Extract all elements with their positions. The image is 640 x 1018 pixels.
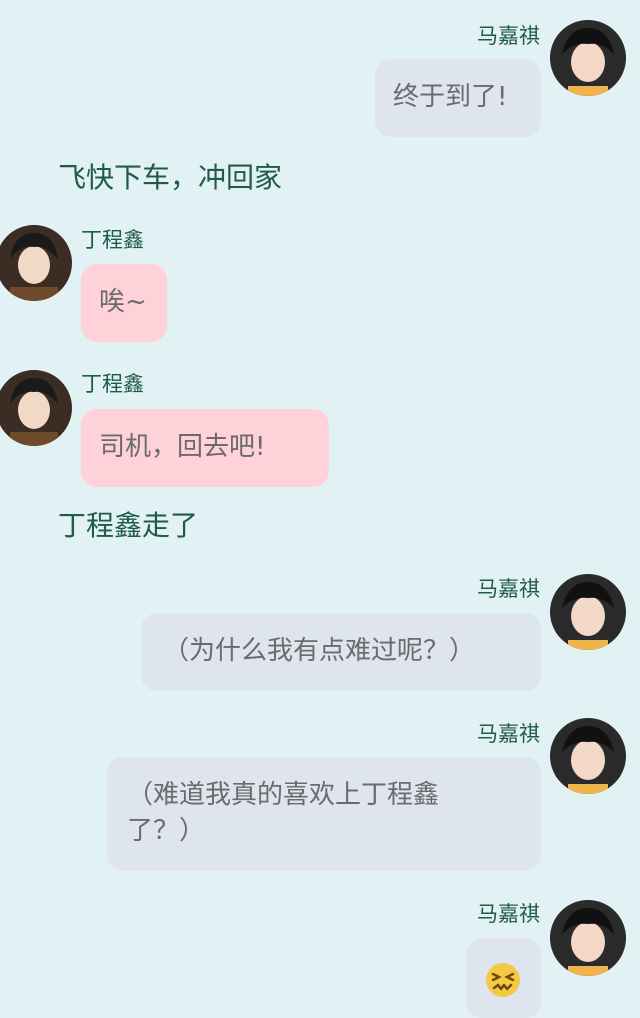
sender-name: 马嘉祺: [477, 722, 540, 746]
message-text-line: （难道我真的喜欢上丁程鑫: [127, 780, 440, 810]
message-text: 司机，回去吧!: [99, 432, 266, 462]
message-text: 终于到了!: [393, 82, 508, 112]
emoji-bubble[interactable]: [466, 938, 541, 1018]
message-text-line: 了？）: [127, 816, 206, 846]
message-bubble[interactable]: 司机，回去吧!: [81, 409, 329, 487]
avatar-ma-jiaqi[interactable]: [550, 718, 626, 794]
avatar-ma-jiaqi[interactable]: [550, 574, 626, 650]
avatar-ma-jiaqi[interactable]: [550, 20, 626, 96]
confounded-face-emoji: [484, 961, 522, 1009]
message-bubble[interactable]: 终于到了!: [375, 59, 541, 137]
narration-text: 飞快下车，冲回家: [58, 161, 283, 194]
message-bubble[interactable]: （难道我真的喜欢上丁程鑫 了？）: [107, 757, 541, 871]
avatar-ding-chengxin[interactable]: [0, 370, 72, 446]
message-bubble[interactable]: （为什么我有点难过呢？）: [141, 613, 541, 691]
chat-area: 马嘉祺 终于到了! 飞快下车，冲回家 丁程鑫 唉~ 丁程鑫 司机，回去吧! 丁程…: [0, 0, 640, 1018]
sender-name: 丁程鑫: [81, 372, 144, 396]
message-text: （为什么我有点难过呢？）: [163, 636, 476, 666]
narration-text: 丁程鑫走了: [58, 509, 199, 542]
sender-name: 丁程鑫: [81, 228, 144, 252]
sender-name: 马嘉祺: [477, 577, 540, 601]
avatar-ding-chengxin[interactable]: [0, 225, 72, 301]
message-bubble[interactable]: 唉~: [81, 264, 167, 342]
avatar-ma-jiaqi[interactable]: [550, 900, 626, 976]
message-text: 唉~: [99, 287, 147, 317]
sender-name: 马嘉祺: [477, 24, 540, 48]
sender-name: 马嘉祺: [477, 902, 540, 926]
